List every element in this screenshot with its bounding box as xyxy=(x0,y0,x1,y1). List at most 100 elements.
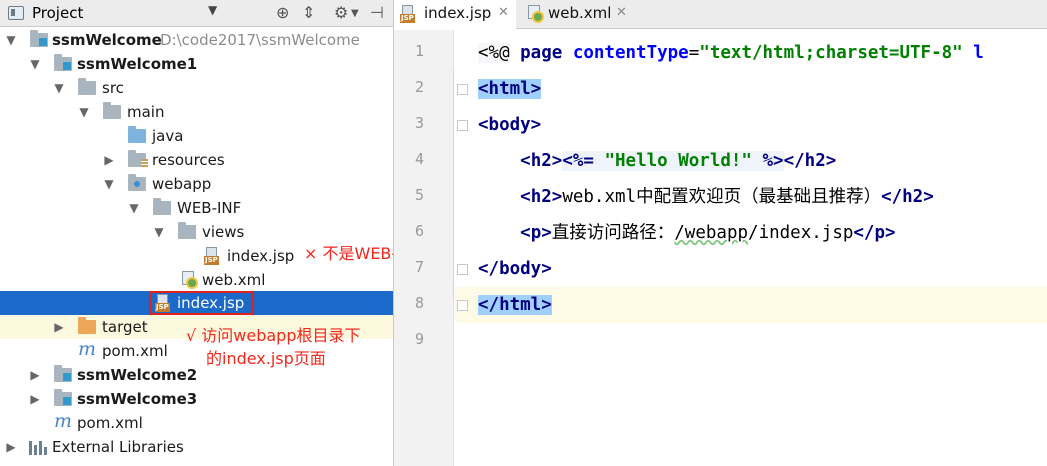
tree-item-root-pom-xml[interactable]: m pom.xml xyxy=(0,410,393,435)
code-line-7[interactable]: </body> xyxy=(478,257,552,281)
tree-item-src[interactable]: ▼ src xyxy=(0,76,393,100)
line-number-gutter: 1 2 3 4 5 6 7 8 9 xyxy=(394,30,454,466)
chevron-down-icon[interactable]: ▼ xyxy=(4,28,18,52)
line-number: 3 xyxy=(414,114,424,132)
line-number: 9 xyxy=(414,330,424,348)
editor-tab-bar: JSP index.jsp ✕ web.xml ✕ xyxy=(394,0,1047,29)
chevron-down-icon[interactable]: ▼ xyxy=(208,3,217,17)
tree-item-label: ssmWelcome1 xyxy=(77,55,198,73)
gear-icon[interactable]: ⚙ xyxy=(334,3,348,22)
chevron-down-icon[interactable]: ▼ xyxy=(77,100,91,124)
selection-highlight-box xyxy=(149,291,253,315)
line-number: 4 xyxy=(414,150,424,168)
gear-dropdown-icon[interactable]: ▼ xyxy=(351,8,359,19)
code-tag: <h2> xyxy=(520,151,563,171)
tree-item-views[interactable]: ▼ views xyxy=(0,220,393,244)
code-line-3[interactable]: <body> xyxy=(478,113,541,137)
module-folder-icon xyxy=(30,30,48,47)
tab-label: web.xml xyxy=(548,4,612,22)
jsp-file-icon: JSP xyxy=(204,247,222,265)
tree-item-label: target xyxy=(102,318,148,336)
folder-icon xyxy=(153,198,171,215)
project-panel: Project ▼ ⊕ ⇕ ⚙ ▼ ⊣ ▼ ssmWelcome D:\code… xyxy=(0,0,394,466)
excluded-folder-icon xyxy=(78,317,96,334)
tree-item-label: java xyxy=(152,127,184,145)
code-line-6[interactable]: <p>直接访问路径：/webapp/index.jsp</p> xyxy=(478,221,896,245)
code-text: 直接访问路径： xyxy=(551,223,675,243)
close-icon[interactable]: ✕ xyxy=(498,5,509,20)
chevron-down-icon[interactable]: ▼ xyxy=(152,220,166,244)
chevron-right-icon[interactable]: ▶ xyxy=(28,387,42,411)
code-text-spellcheck: /webapp xyxy=(674,223,749,243)
tree-item-ssmwelcome[interactable]: ▼ ssmWelcome D:\code2017\ssmWelcome xyxy=(0,28,393,52)
code-line-4[interactable]: <h2><%= "Hello World!" %></h2> xyxy=(478,149,836,173)
tree-item-label: views xyxy=(202,223,245,241)
fold-marker-icon[interactable] xyxy=(457,300,468,311)
hide-panel-icon[interactable]: ⊣ xyxy=(370,3,384,22)
code-tag: </p> xyxy=(853,223,896,243)
libraries-icon xyxy=(29,439,47,455)
tree-item-label: ssmWelcome3 xyxy=(77,390,198,408)
tree-item-java[interactable]: java xyxy=(0,124,393,148)
code-line-5[interactable]: <h2>web.xml中配置欢迎页（最基础且推荐）</h2> xyxy=(478,185,934,209)
code-tag: <h2> xyxy=(520,187,563,207)
tree-item-label: web.xml xyxy=(202,271,266,289)
line-number: 6 xyxy=(414,222,424,240)
line-number: 1 xyxy=(414,42,424,60)
tree-item-label: ssmWelcome2 xyxy=(77,366,198,384)
tree-item-web-inf[interactable]: ▼ WEB-INF xyxy=(0,196,393,220)
chevron-down-icon[interactable]: ▼ xyxy=(127,196,141,220)
code-tag-body-close: </body> xyxy=(478,259,552,279)
tree-item-webapp[interactable]: ▼ webapp xyxy=(0,172,393,196)
fold-marker-icon[interactable] xyxy=(457,264,468,275)
code-tag-body-open: <body> xyxy=(478,115,542,135)
chevron-down-icon[interactable]: ▼ xyxy=(28,52,42,76)
chevron-right-icon[interactable]: ▶ xyxy=(102,148,116,172)
tree-item-external-libraries[interactable]: ▶ External Libraries xyxy=(0,435,393,459)
tree-item-ssmwelcome3[interactable]: ▶ ssmWelcome3 xyxy=(0,387,393,411)
annotation-wrong-page: × 不是WEB-INF/views/index.jsp的页面 xyxy=(304,244,394,263)
tree-item-label: index.jsp xyxy=(227,247,295,265)
tree-item-resources[interactable]: ▶ resources xyxy=(0,148,393,172)
tree-item-label: WEB-INF xyxy=(177,199,242,217)
tree-item-label: External Libraries xyxy=(52,438,184,456)
code-line-8[interactable]: </html> xyxy=(478,293,552,317)
line-number: 8 xyxy=(414,294,424,312)
chevron-right-icon[interactable]: ▶ xyxy=(4,435,18,459)
tab-index-jsp[interactable]: JSP index.jsp ✕ xyxy=(394,0,516,29)
jsp-expression-close: %> xyxy=(751,151,784,171)
folder-icon xyxy=(178,222,196,239)
jsp-file-icon: JSP xyxy=(400,5,418,23)
tree-item-label: ssmWelcome xyxy=(52,31,162,49)
collapse-all-icon[interactable]: ⇕ xyxy=(302,3,315,22)
project-view-icon xyxy=(8,6,24,20)
tree-item-web-xml[interactable]: web.xml xyxy=(0,268,393,292)
tree-item-label: resources xyxy=(152,151,225,169)
maven-icon: m xyxy=(54,410,73,432)
code-line-2[interactable]: <html> xyxy=(478,77,542,101)
close-icon[interactable]: ✕ xyxy=(616,5,627,20)
tree-item-ssmwelcome1[interactable]: ▼ ssmWelcome1 xyxy=(0,52,393,76)
tab-label: index.jsp xyxy=(424,4,492,22)
chevron-right-icon[interactable]: ▶ xyxy=(28,363,42,387)
code-line-1[interactable]: <%@ page contentType="text/html;charset=… xyxy=(478,41,984,65)
project-view-selector[interactable]: Project xyxy=(32,4,83,22)
jsp-expression-open: <%= xyxy=(562,151,605,171)
tree-item-ssmwelcome2[interactable]: ▶ ssmWelcome2 xyxy=(0,363,393,387)
module-folder-icon xyxy=(54,54,72,71)
tree-item-main[interactable]: ▼ main xyxy=(0,100,393,124)
chevron-right-icon[interactable]: ▶ xyxy=(52,315,66,339)
chevron-down-icon[interactable]: ▼ xyxy=(52,76,66,100)
code-tag: </h2> xyxy=(783,151,837,171)
fold-marker-icon[interactable] xyxy=(457,84,468,95)
line-number: 2 xyxy=(414,78,424,96)
tab-web-xml[interactable]: web.xml ✕ xyxy=(518,0,636,29)
source-folder-icon xyxy=(128,126,146,143)
project-panel-header: Project ▼ ⊕ ⇕ ⚙ ▼ ⊣ xyxy=(0,0,393,27)
fold-marker-icon[interactable] xyxy=(457,120,468,131)
locate-icon[interactable]: ⊕ xyxy=(276,3,289,22)
chevron-down-icon[interactable]: ▼ xyxy=(102,172,116,196)
jsp-directive-open: <%@ xyxy=(478,43,510,63)
code-tag: </h2> xyxy=(881,187,934,207)
code-text: /index.jsp xyxy=(748,223,854,243)
